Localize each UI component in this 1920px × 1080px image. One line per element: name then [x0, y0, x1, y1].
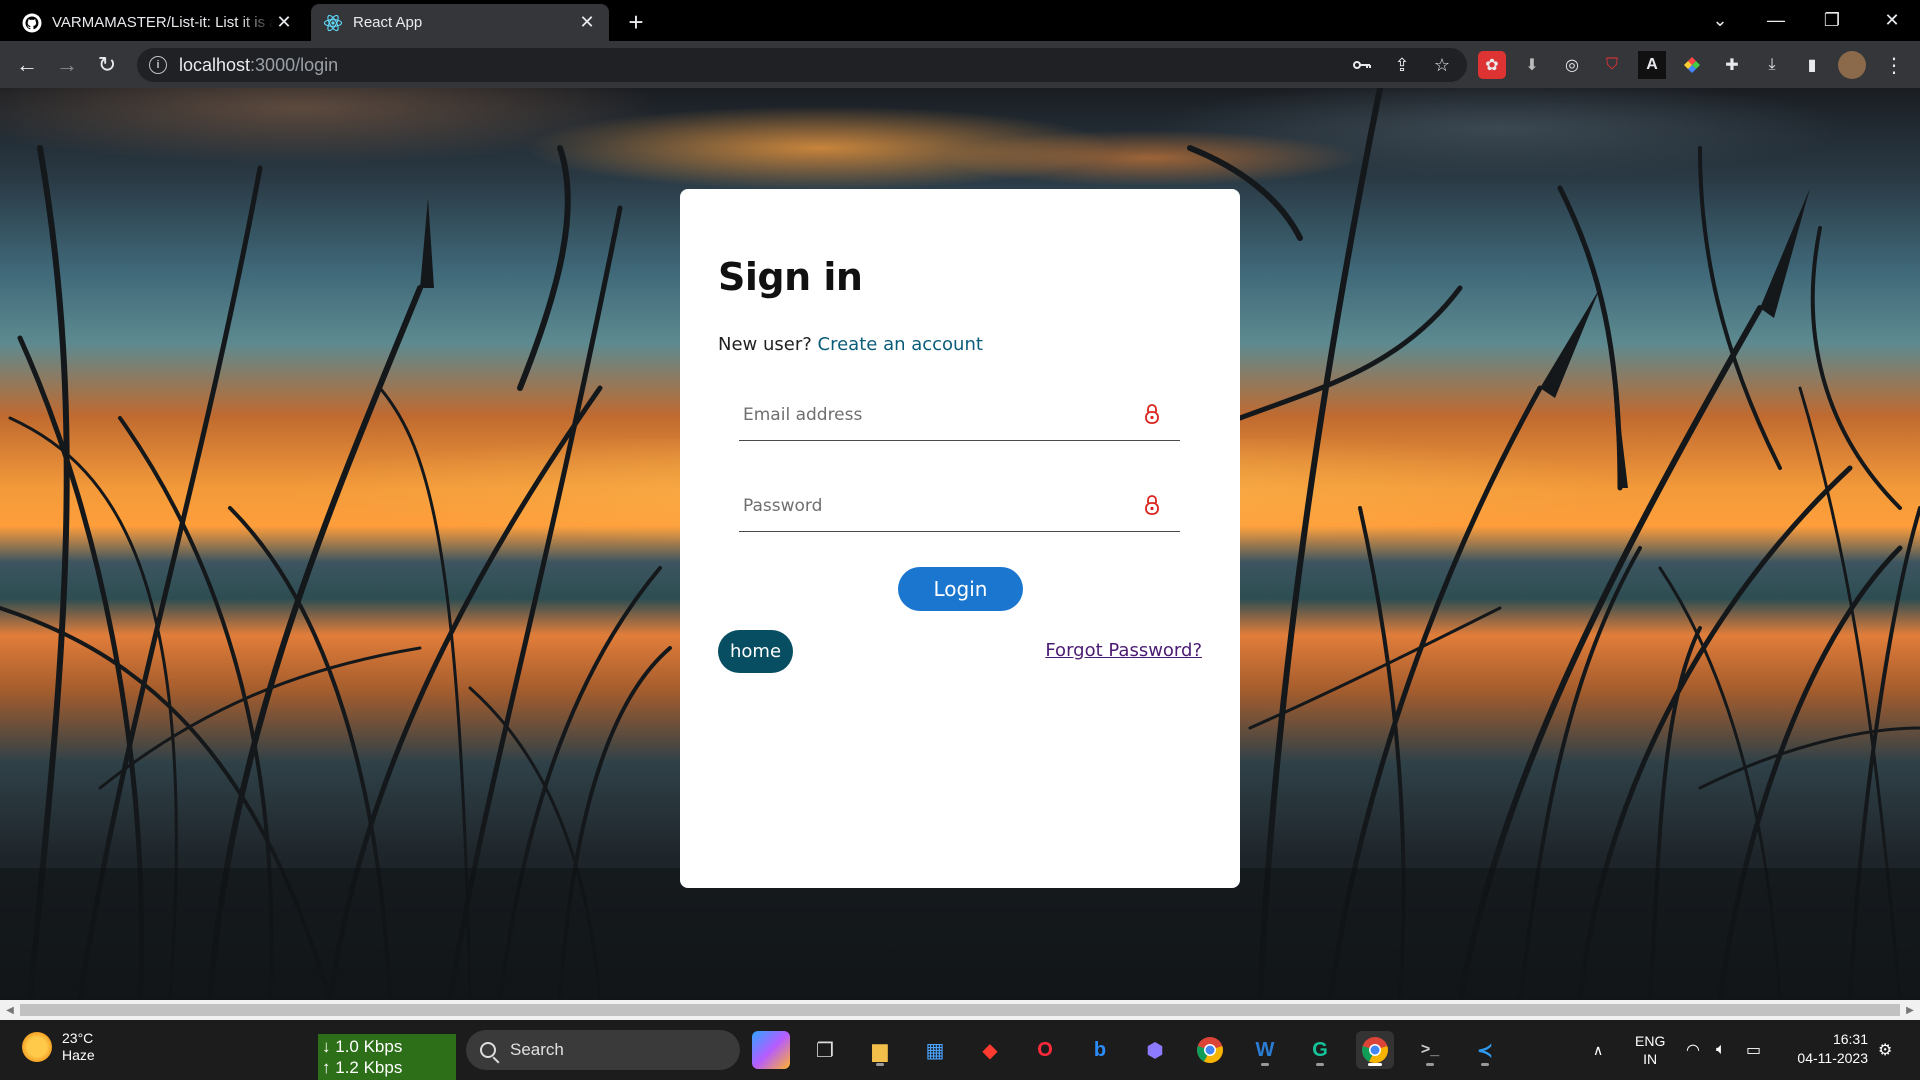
- forgot-password-link[interactable]: Forgot Password?: [1045, 640, 1202, 661]
- password-field[interactable]: Password: [739, 482, 1180, 532]
- page-background: Sign in New user? Create an account Emai…: [0, 88, 1920, 1000]
- bing-icon[interactable]: b: [1081, 1031, 1119, 1069]
- scrollbar-thumb[interactable]: [20, 1004, 1900, 1016]
- browser-toolbar: ← → ↻ i localhost:3000/login ⇪ ☆ ✿ ⬇ ◎ ⛉…: [0, 41, 1920, 88]
- weather-widget[interactable]: 23°C Haze: [22, 1030, 95, 1064]
- date: 04-11-2023: [1797, 1050, 1868, 1066]
- browser-tab-strip: VARMAMASTER/List-it: List it is a ✕ Reac…: [0, 0, 1920, 41]
- password-placeholder: Password: [743, 496, 823, 516]
- chrome-active-icon[interactable]: [1356, 1031, 1394, 1069]
- tab-react-app[interactable]: React App ✕: [311, 4, 609, 41]
- clock[interactable]: 16:31 04-11-2023: [1782, 1030, 1868, 1068]
- lang-top: ENG: [1635, 1033, 1666, 1049]
- download-extension-icon[interactable]: ⬇: [1518, 51, 1546, 79]
- page-title: Sign in: [718, 255, 863, 299]
- close-icon[interactable]: ✕: [577, 12, 597, 33]
- notification-icon[interactable]: ⚙: [1878, 1020, 1892, 1080]
- email-placeholder: Email address: [743, 405, 863, 425]
- tab-title: React App: [353, 14, 423, 31]
- target-icon[interactable]: ◎: [1558, 51, 1586, 79]
- window-close-icon[interactable]: ✕: [1864, 0, 1920, 41]
- weather-temp: 23°C: [62, 1030, 94, 1046]
- word-icon[interactable]: W: [1246, 1031, 1284, 1069]
- bookmark-star-icon[interactable]: ☆: [1427, 50, 1457, 80]
- opera-icon[interactable]: O: [1026, 1031, 1064, 1069]
- create-account-link[interactable]: Create an account: [818, 334, 983, 355]
- hexagon-app-icon[interactable]: ⬢: [1136, 1031, 1174, 1069]
- email-field[interactable]: Email address: [739, 391, 1180, 441]
- back-arrow-icon[interactable]: ←: [11, 49, 43, 81]
- minimize-icon[interactable]: —: [1748, 0, 1804, 41]
- restore-icon[interactable]: ❐: [1804, 0, 1860, 41]
- font-extension-icon[interactable]: A: [1638, 51, 1666, 79]
- weather-desc: Haze: [62, 1047, 95, 1063]
- search-label: Search: [510, 1040, 564, 1059]
- upload-arrow-icon: ↑: [322, 1058, 331, 1077]
- extension-icon[interactable]: ✿: [1478, 51, 1506, 79]
- github-icon: [22, 13, 42, 33]
- chrome-icon[interactable]: [1191, 1031, 1229, 1069]
- time: 16:31: [1832, 1031, 1868, 1047]
- terminal-icon[interactable]: >_: [1411, 1031, 1449, 1069]
- battery-icon[interactable]: ▭: [1746, 1020, 1761, 1080]
- tab-search-chevron-icon[interactable]: ⌄: [1692, 0, 1748, 41]
- menu-kebab-icon[interactable]: ⋮: [1880, 51, 1908, 79]
- weather-sun-icon: [22, 1032, 52, 1062]
- site-info-icon[interactable]: i: [149, 56, 167, 74]
- key-icon[interactable]: [1347, 50, 1377, 80]
- app-diamond-icon[interactable]: ◆: [971, 1031, 1009, 1069]
- network-speed-meter: ↓ 1.0 Kbps ↑ 1.2 Kbps: [318, 1034, 456, 1080]
- copilot-icon[interactable]: [752, 1031, 790, 1069]
- taskbar-search[interactable]: Search: [466, 1030, 740, 1070]
- login-button[interactable]: Login: [898, 567, 1023, 611]
- new-tab-button[interactable]: +: [622, 7, 650, 37]
- search-icon: [480, 1042, 496, 1058]
- forward-arrow-icon[interactable]: →: [51, 49, 83, 81]
- net-up: 1.2 Kbps: [335, 1058, 403, 1077]
- volume-icon[interactable]: 🔈︎: [1716, 1020, 1726, 1080]
- address-bar[interactable]: i localhost:3000/login ⇪ ☆: [137, 48, 1467, 82]
- file-explorer-icon[interactable]: ▆: [861, 1031, 899, 1069]
- tab-title: VARMAMASTER/List-it: List it is a: [52, 14, 274, 31]
- profile-avatar[interactable]: [1838, 51, 1866, 79]
- horizontal-scrollbar[interactable]: ◀ ▶: [0, 1000, 1920, 1020]
- close-icon[interactable]: ✕: [274, 12, 294, 33]
- url-text: localhost:3000/login: [179, 54, 339, 75]
- home-button[interactable]: home: [718, 630, 793, 673]
- net-down: 1.0 Kbps: [335, 1037, 403, 1056]
- side-panel-icon[interactable]: ▮: [1798, 51, 1826, 79]
- shield-icon[interactable]: ⛉: [1598, 51, 1626, 79]
- reload-icon[interactable]: ↻: [91, 49, 123, 81]
- share-icon[interactable]: ⇪: [1387, 50, 1417, 80]
- color-picker-icon[interactable]: [1678, 51, 1706, 79]
- new-user-prompt: New user? Create an account: [718, 334, 983, 355]
- wifi-icon[interactable]: ◠: [1686, 1020, 1700, 1080]
- login-card: Sign in New user? Create an account Emai…: [680, 189, 1240, 888]
- lock-icon: [1144, 403, 1160, 425]
- store-icon[interactable]: ▦: [916, 1031, 954, 1069]
- download-icon[interactable]: ⤓: [1758, 51, 1786, 79]
- scroll-left-icon[interactable]: ◀: [2, 1002, 18, 1018]
- task-view-icon[interactable]: ❐: [806, 1031, 844, 1069]
- taskbar: 23°C Haze ↓ 1.0 Kbps ↑ 1.2 Kbps Search ❐…: [0, 1020, 1920, 1080]
- download-arrow-icon: ↓: [322, 1037, 331, 1056]
- lock-icon: [1144, 494, 1160, 516]
- tray-overflow-icon[interactable]: ∧: [1593, 1020, 1603, 1080]
- vscode-icon[interactable]: ≺: [1466, 1031, 1504, 1069]
- new-user-label: New user?: [718, 334, 812, 355]
- puzzle-extensions-icon[interactable]: ✚: [1718, 51, 1746, 79]
- scroll-right-icon[interactable]: ▶: [1902, 1002, 1918, 1018]
- grammarly-icon[interactable]: G: [1301, 1031, 1339, 1069]
- tab-github[interactable]: VARMAMASTER/List-it: List it is a ✕: [10, 4, 306, 41]
- react-icon: [323, 13, 343, 33]
- lang-bottom: IN: [1643, 1051, 1658, 1067]
- language-indicator[interactable]: ENG IN: [1635, 1020, 1665, 1080]
